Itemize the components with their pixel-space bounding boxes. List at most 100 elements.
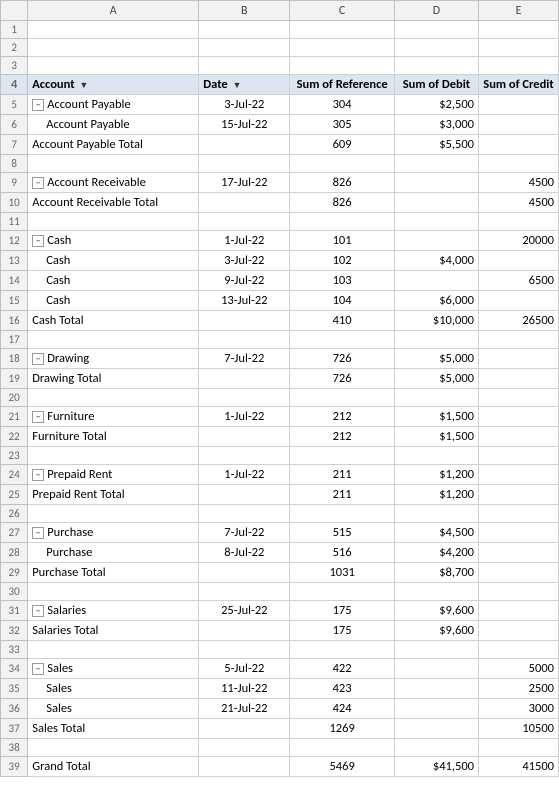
cell-21e (479, 407, 559, 427)
cell-29b (199, 563, 290, 583)
cell-25d: $1,200 (394, 485, 478, 505)
cell-30b (199, 583, 290, 601)
cell-2a (28, 39, 199, 57)
row-37: 37 Sales Total 1269 10500 (1, 719, 559, 739)
cell-1e (479, 21, 559, 39)
sales-label: Sales (47, 661, 73, 676)
rownum-31: 31 (1, 601, 28, 621)
collapse-icon-purchase[interactable]: − (32, 527, 44, 539)
cell-36d (394, 699, 478, 719)
cell-11b (199, 213, 290, 231)
cell-16a: Cash Total (28, 311, 199, 331)
cell-3d (394, 57, 478, 75)
cash-label: Cash (47, 233, 71, 248)
cell-31a: −Salaries (28, 601, 199, 621)
cell-11e (479, 213, 559, 231)
cell-28a: Purchase (28, 543, 199, 563)
cell-14e: 6500 (479, 271, 559, 291)
collapse-icon-ap[interactable]: − (32, 99, 44, 111)
spreadsheet: A B C D E 1 2 3 (0, 0, 559, 777)
row-28: 28 Purchase 8-Jul-22 516 $4,200 (1, 543, 559, 563)
cell-33d (394, 641, 478, 659)
cell-33b (199, 641, 290, 659)
cell-11a (28, 213, 199, 231)
row-21: 21 −Furniture 1-Jul-22 212 $1,500 (1, 407, 559, 427)
cell-2c (290, 39, 395, 57)
collapse-icon-salaries[interactable]: − (32, 605, 44, 617)
cell-3a (28, 57, 199, 75)
cell-27d: $4,500 (394, 523, 478, 543)
cell-37b (199, 719, 290, 739)
cell-13b: 3-Jul-22 (199, 251, 290, 271)
cell-14d (394, 271, 478, 291)
col-header-b[interactable]: B (199, 1, 290, 21)
cell-12b: 1-Jul-22 (199, 231, 290, 251)
cell-15b: 13-Jul-22 (199, 291, 290, 311)
cell-25a: Prepaid Rent Total (28, 485, 199, 505)
row-6: 6 Account Payable 15-Jul-22 305 $3,000 (1, 115, 559, 135)
cell-33a (28, 641, 199, 659)
col-header-e[interactable]: E (479, 1, 559, 21)
rownum-10: 10 (1, 193, 28, 213)
rownum-13: 13 (1, 251, 28, 271)
cell-6b: 15-Jul-22 (199, 115, 290, 135)
col-header-d[interactable]: D (394, 1, 478, 21)
cell-36a: Sales (28, 699, 199, 719)
cell-27a: −Purchase (28, 523, 199, 543)
row-25: 25 Prepaid Rent Total 211 $1,200 (1, 485, 559, 505)
cell-27e (479, 523, 559, 543)
rownum-8: 8 (1, 155, 28, 173)
row-19: 19 Drawing Total 726 $5,000 (1, 369, 559, 389)
cell-6a: Account Payable (28, 115, 199, 135)
col-header-a[interactable]: A (28, 1, 199, 21)
rownum-39: 39 (1, 757, 28, 777)
cell-38c (290, 739, 395, 757)
collapse-icon-furniture[interactable]: − (32, 411, 44, 423)
cell-16e: 26500 (479, 311, 559, 331)
rownum-14: 14 (1, 271, 28, 291)
row-35: 35 Sales 11-Jul-22 423 2500 (1, 679, 559, 699)
rownum-17: 17 (1, 331, 28, 349)
collapse-icon-prepaid[interactable]: − (32, 469, 44, 481)
rownum-27: 27 (1, 523, 28, 543)
rownum-7: 7 (1, 135, 28, 155)
collapse-icon-ar[interactable]: − (32, 177, 44, 189)
rownum-36: 36 (1, 699, 28, 719)
prepaid-rent-label: Prepaid Rent (47, 467, 112, 482)
row-3: 3 (1, 57, 559, 75)
cell-13a: Cash (28, 251, 199, 271)
rownum-5: 5 (1, 95, 28, 115)
collapse-icon-sales[interactable]: − (32, 663, 44, 675)
account-filter-icon[interactable]: ▼ (79, 80, 88, 91)
cell-13d: $4,000 (394, 251, 478, 271)
cell-7d: $5,500 (394, 135, 478, 155)
header-date[interactable]: Date ▼ (199, 75, 290, 95)
row-31: 31 −Salaries 25-Jul-22 175 $9,600 (1, 601, 559, 621)
header-account[interactable]: Account ▼ (28, 75, 199, 95)
date-filter-icon[interactable]: ▼ (233, 80, 242, 91)
row-39: 39 Grand Total 5469 $41,500 41500 (1, 757, 559, 777)
cell-1a (28, 21, 199, 39)
cell-35e: 2500 (479, 679, 559, 699)
cell-6e (479, 115, 559, 135)
col-header-c[interactable]: C (290, 1, 395, 21)
cell-24b: 1-Jul-22 (199, 465, 290, 485)
cell-18a: −Drawing (28, 349, 199, 369)
rownum-11: 11 (1, 213, 28, 231)
cell-26e (479, 505, 559, 523)
header-sum-ref: Sum of Reference (290, 75, 395, 95)
cell-33e (479, 641, 559, 659)
row-9: 9 −Account Receivable 17-Jul-22 826 4500 (1, 173, 559, 193)
cell-10a: Account Receivable Total (28, 193, 199, 213)
cell-37d (394, 719, 478, 739)
cell-35b: 11-Jul-22 (199, 679, 290, 699)
collapse-icon-cash[interactable]: − (32, 235, 44, 247)
collapse-icon-drawing[interactable]: − (32, 353, 44, 365)
account-payable-label: Account Payable (47, 97, 130, 112)
cell-10b (199, 193, 290, 213)
cell-26a (28, 505, 199, 523)
cell-38d (394, 739, 478, 757)
cell-39a: Grand Total (28, 757, 199, 777)
cell-7b (199, 135, 290, 155)
cell-20e (479, 389, 559, 407)
